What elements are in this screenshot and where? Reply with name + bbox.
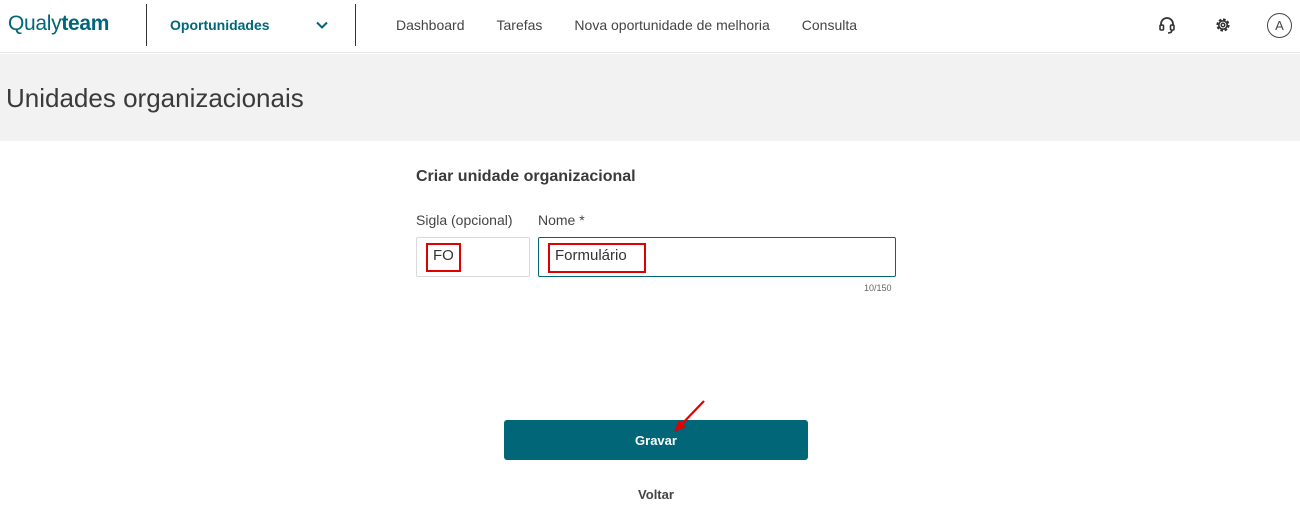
qualyteam-logo[interactable]: Qualyteam [8, 12, 109, 36]
main-nav: Dashboard Tarefas Nova oportunidade de m… [396, 17, 889, 33]
module-selector-label[interactable]: Oportunidades [170, 17, 270, 33]
back-button[interactable]: Voltar [604, 487, 708, 502]
nav-dashboard[interactable]: Dashboard [396, 17, 465, 33]
nome-label: Nome * [538, 212, 585, 228]
nav-consulta[interactable]: Consulta [802, 17, 857, 33]
chevron-down-icon[interactable] [314, 17, 330, 33]
highlight-box [548, 243, 646, 273]
user-avatar[interactable]: A [1267, 13, 1292, 38]
page-title: Unidades organizacionais [6, 83, 304, 113]
form-title: Criar unidade organizacional [416, 168, 636, 185]
character-counter: 10/150 [864, 283, 892, 293]
page-header: Unidades organizacionais [0, 54, 1300, 141]
headset-icon[interactable] [1155, 13, 1179, 37]
divider [355, 4, 356, 46]
top-bar: Qualyteam Oportunidades Dashboard Tarefa… [0, 0, 1300, 53]
highlight-box [426, 243, 461, 272]
annotation-arrow-icon [674, 400, 705, 432]
divider [146, 4, 147, 46]
nav-tarefas[interactable]: Tarefas [497, 17, 543, 33]
gear-icon[interactable] [1211, 13, 1235, 37]
nav-nova-oportunidade[interactable]: Nova oportunidade de melhoria [574, 17, 769, 33]
sigla-label: Sigla (opcional) [416, 212, 513, 228]
save-button[interactable]: Gravar [504, 420, 808, 460]
